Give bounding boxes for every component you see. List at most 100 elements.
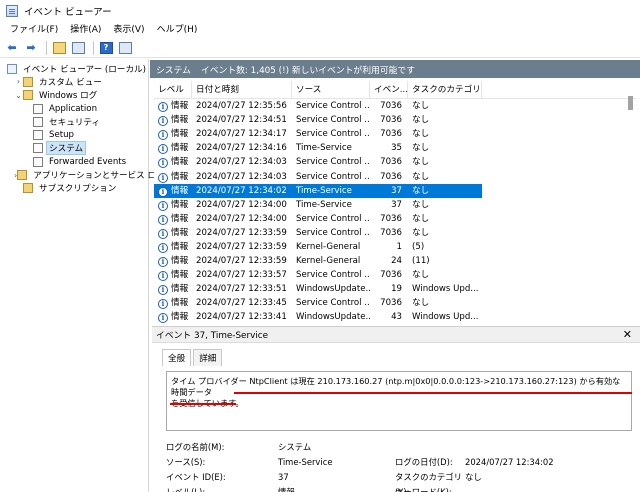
tree-item[interactable]: システム <box>0 141 148 156</box>
table-row[interactable]: i 情報 2024/07/27 12:34:00 Service Control ..… <box>154 212 636 226</box>
event-viewer-icon <box>6 5 18 17</box>
table-row[interactable]: i 情報 2024/07/27 12:34:03 Service Control ..… <box>154 169 636 183</box>
column-header-task-category[interactable]: タスクのカテゴリ <box>408 81 482 98</box>
cell-source: Time-Service <box>292 141 370 155</box>
grid-header: レベル 日付と時刻 ソース イベン... タスクのカテゴリ <box>154 81 636 99</box>
cell-level-text: 情報 <box>171 227 189 238</box>
detail-tabs: 全般 詳細 <box>162 349 224 366</box>
tree-item[interactable]: › アプリケーションとサービス ログ <box>0 168 165 181</box>
column-header-event-id[interactable]: イベン... <box>370 81 408 98</box>
column-header-source[interactable]: ソース <box>292 81 370 98</box>
detail-title-bar: イベント 37, Time-Service ✕ <box>152 327 640 343</box>
row-cells: i 情報 2024/07/27 12:33:51 WindowsUpdate... 19… <box>154 282 482 296</box>
cell-task-category-text: なし <box>412 143 430 154</box>
cell-event-id: 7036 <box>370 155 408 169</box>
grid-scrollbar-thumb[interactable] <box>628 96 633 110</box>
table-row[interactable]: i 情報 2024/07/27 12:35:56 Service Control ..… <box>154 99 636 113</box>
tree-item[interactable]: Setup <box>0 128 148 141</box>
row-cells: i 情報 2024/07/27 12:33:57 Service Control ..… <box>154 268 482 282</box>
red-underline-annotation <box>234 392 632 394</box>
table-row[interactable]: i 情報 2024/07/27 12:33:59 Kernel-General 24 (1… <box>154 254 636 268</box>
expand-chevron-icon[interactable]: ⌄ <box>14 91 23 100</box>
console-tree-button[interactable] <box>70 40 86 56</box>
table-row[interactable]: i 情報 2024/07/27 12:34:17 Service Control ..… <box>154 127 636 141</box>
row-cells: i 情報 2024/07/27 12:33:59 Service Control ..… <box>154 226 482 240</box>
row-cells: i 情報 2024/07/27 12:34:02 Time-Service 37 なし <box>154 183 482 198</box>
cell-task-category: なし <box>408 127 482 141</box>
tree-item-label: アプリケーションとサービス ログ <box>33 171 165 182</box>
cell-date: 2024/07/27 12:33:45 <box>192 296 292 310</box>
column-header-level[interactable]: レベル <box>154 81 192 98</box>
tree-item[interactable]: Application <box>0 102 148 115</box>
row-cells: i 情報 2024/07/27 12:34:17 Service Control ..… <box>154 127 482 141</box>
cell-event-id: 19 <box>370 282 408 296</box>
column-header-date[interactable]: 日付と時刻 <box>192 81 292 98</box>
tree-item[interactable]: サブスクリプション <box>0 182 148 195</box>
cell-event-id: 7036 <box>370 127 408 141</box>
table-row[interactable]: i 情報 2024/07/27 12:33:41 WindowsUpdate... 43… <box>154 310 636 324</box>
cell-event-id-text: 7036 <box>380 227 402 238</box>
table-row[interactable]: i 情報 2024/07/27 12:33:57 Service Control ..… <box>154 268 636 282</box>
row-cells: i 情報 2024/07/27 12:34:51 Service Control ..… <box>154 113 482 127</box>
cell-date-text: 2024/07/27 12:34:00 <box>196 213 287 224</box>
cell-date-text: 2024/07/27 12:34:02 <box>196 185 287 196</box>
cell-task-category: なし <box>408 296 482 310</box>
detail-title: イベント 37, Time-Service <box>156 331 268 341</box>
open-folder-button[interactable] <box>51 40 67 56</box>
cell-task-category-text: なし <box>412 270 430 281</box>
cell-date: 2024/07/27 12:34:03 <box>192 170 292 184</box>
tab-general[interactable]: 全般 <box>162 349 192 366</box>
cell-task-category-text: なし <box>412 199 430 210</box>
log-icon <box>33 116 43 127</box>
menu-file[interactable]: ファイル(F) <box>4 22 64 38</box>
toolbar-separator <box>46 40 47 55</box>
action-pane-button[interactable] <box>117 40 133 56</box>
menu-action[interactable]: 操作(A) <box>64 22 107 38</box>
table-row[interactable]: i 情報 2024/07/27 12:34:51 Service Control ..… <box>154 113 636 127</box>
table-row[interactable]: i 情報 2024/07/27 12:33:45 Service Control ..… <box>154 296 636 310</box>
info-icon: i <box>158 285 168 296</box>
tree-item[interactable]: イベント ビューアー (ローカル) <box>0 62 148 75</box>
table-row[interactable]: i 情報 2024/07/27 12:34:00 Time-Service 37 なし <box>154 198 636 212</box>
help-button[interactable]: ? <box>98 40 114 56</box>
tree-item[interactable]: ⌄ Windows ログ <box>0 89 148 102</box>
cell-task-category: なし <box>408 184 482 198</box>
table-row[interactable]: i 情報 2024/07/27 12:34:16 Time-Service 35 なし <box>154 141 636 155</box>
table-row[interactable]: i 情報 2024/07/27 12:33:59 Kernel-General 1 (5) <box>154 240 636 254</box>
info-icon: i <box>158 130 168 141</box>
cell-source-text: Service Control ... <box>296 129 370 140</box>
cell-level-text: 情報 <box>171 270 189 281</box>
cell-source: Kernel-General <box>292 254 370 268</box>
cell-event-id-text: 35 <box>391 143 402 154</box>
menu-view[interactable]: 表示(V) <box>107 22 150 38</box>
table-row[interactable]: i 情報 2024/07/27 12:33:59 Service Control ..… <box>154 226 636 240</box>
expand-chevron-icon[interactable]: › <box>14 77 23 86</box>
toolbar-separator <box>93 40 94 55</box>
property-label: タスクのカテゴリ(Y): <box>395 472 462 492</box>
event-properties: ログの名前(M): システム ソース(S): Time-Service ログの日付(D)… <box>166 440 636 492</box>
cell-event-id-text: 7036 <box>380 270 402 281</box>
cell-task-category: なし <box>408 212 482 226</box>
back-arrow-icon[interactable]: ⬅ <box>4 40 20 56</box>
tree-item-label: Application <box>49 103 98 114</box>
tree-item[interactable]: Forwarded Events <box>0 155 148 168</box>
cell-date: 2024/07/27 12:34:03 <box>192 155 292 169</box>
tree-item[interactable]: セキュリティ <box>0 115 148 128</box>
info-icon: i <box>158 172 168 183</box>
tab-details[interactable]: 詳細 <box>193 349 223 366</box>
cell-source-text: Service Control ... <box>296 157 370 168</box>
cell-event-id-text: 7036 <box>380 157 402 168</box>
cell-event-id-text: 7036 <box>380 115 402 126</box>
close-icon[interactable]: ✕ <box>623 328 632 341</box>
cell-date: 2024/07/27 12:34:00 <box>192 212 292 226</box>
table-row[interactable]: i 情報 2024/07/27 12:33:51 WindowsUpdate... 19… <box>154 282 636 296</box>
cell-event-id: 24 <box>370 254 408 268</box>
info-icon: i <box>158 299 168 310</box>
menu-help[interactable]: ヘルプ(H) <box>151 22 204 38</box>
property-label <box>395 440 465 455</box>
cell-source: Service Control ... <box>292 296 370 310</box>
table-row[interactable]: i 情報 2024/07/27 12:34:02 Time-Service 37 なし <box>154 183 636 198</box>
table-row[interactable]: i 情報 2024/07/27 12:34:03 Service Control ..… <box>154 155 636 169</box>
forward-arrow-icon[interactable]: ➡ <box>23 40 39 56</box>
tree-item[interactable]: › カスタム ビュー <box>0 75 148 88</box>
